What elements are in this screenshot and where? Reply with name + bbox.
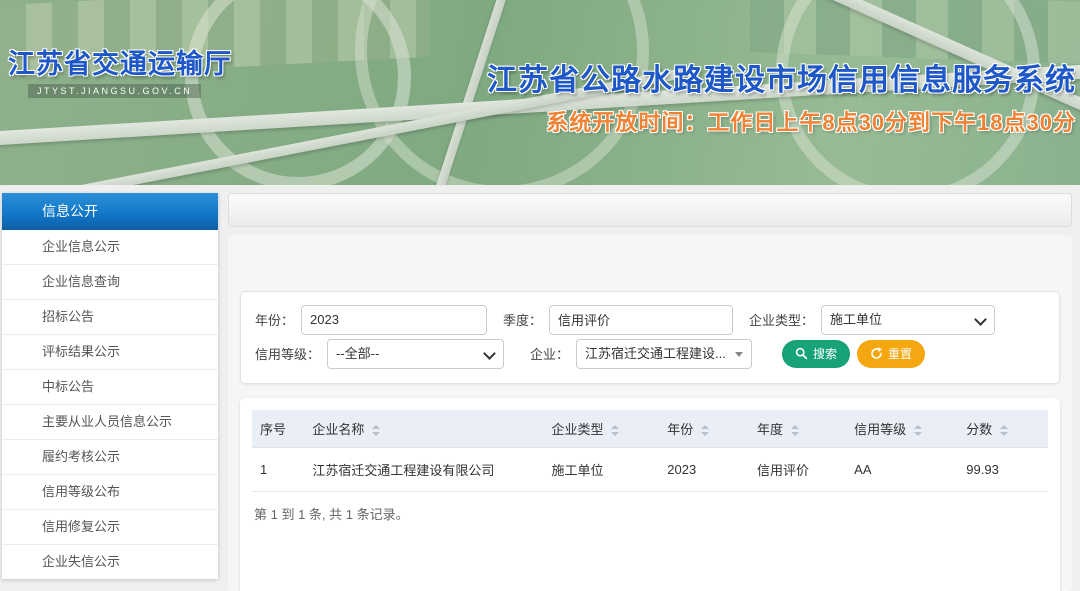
sidebar-item[interactable]: 信用等级公布 bbox=[2, 475, 218, 510]
column-header[interactable]: 分数 bbox=[958, 410, 1048, 448]
column-label: 序号 bbox=[260, 422, 286, 437]
credit-level-select[interactable]: --全部-- bbox=[327, 339, 504, 369]
table-cell: 2023 bbox=[659, 448, 749, 492]
column-label: 分数 bbox=[966, 422, 992, 437]
column-header: 序号 bbox=[252, 410, 304, 448]
refresh-icon bbox=[870, 347, 883, 360]
column-header[interactable]: 年份 bbox=[659, 410, 749, 448]
search-icon bbox=[795, 347, 808, 360]
page: 江苏省交通运输厅 JTYST.JIANGSU.GOV.CN 江苏省公路水路建设市… bbox=[0, 0, 1080, 591]
year-label: 年份： bbox=[255, 310, 294, 329]
table-body: 1江苏宿迁交通工程建设有限公司施工单位2023信用评价AA99.93 bbox=[252, 448, 1048, 492]
sidebar-item[interactable]: 企业信息查询 bbox=[2, 265, 218, 300]
sort-icon[interactable] bbox=[611, 425, 619, 436]
company-combobox-wrap: 江苏宿迁交通工程建设... bbox=[576, 339, 752, 369]
table-cell: 江苏宿迁交通工程建设有限公司 bbox=[304, 448, 543, 492]
sort-icon[interactable] bbox=[372, 425, 380, 436]
reset-button-label: 重置 bbox=[888, 345, 912, 362]
column-header[interactable]: 企业类型 bbox=[543, 410, 659, 448]
results-table-card: 序号 企业名称 企业类型 年份 年度 信用等级 分数 1江苏宿迁交通工程建设有限公司施工单位… bbox=[240, 398, 1060, 591]
company-field-group: 企业： 江苏宿迁交通工程建设... bbox=[530, 339, 752, 369]
company-type-label: 企业类型： bbox=[749, 310, 814, 329]
credit-level-select-wrap: --全部-- bbox=[327, 339, 504, 369]
quarter-input[interactable] bbox=[549, 305, 733, 335]
search-button[interactable]: 搜索 bbox=[782, 340, 850, 368]
reset-button[interactable]: 重置 bbox=[857, 340, 925, 368]
quarter-label: 季度： bbox=[503, 310, 542, 329]
company-type-select[interactable]: 施工单位 bbox=[821, 305, 995, 335]
column-label: 年度 bbox=[757, 422, 783, 437]
site-url: JTYST.JIANGSU.GOV.CN bbox=[28, 84, 201, 98]
year-input[interactable] bbox=[301, 305, 487, 335]
sidebar-item[interactable]: 履约考核公示 bbox=[2, 440, 218, 475]
sidebar-header-info-disclosure[interactable]: 信息公开 bbox=[2, 193, 218, 230]
credit-level-field-group: 信用等级： --全部-- bbox=[255, 339, 504, 369]
results-table: 序号 企业名称 企业类型 年份 年度 信用等级 分数 1江苏宿迁交通工程建设有限公司施工单位… bbox=[252, 410, 1048, 492]
sidebar: 信息公开 企业信息公示企业信息查询招标公告评标结果公示中标公告主要从业人员信息公… bbox=[2, 193, 218, 579]
sort-icon[interactable] bbox=[914, 425, 922, 436]
search-form-card: 年份： 季度： 企业类型： 施工单位 bbox=[240, 291, 1060, 384]
sidebar-item[interactable]: 中标公告 bbox=[2, 370, 218, 405]
column-header[interactable]: 企业名称 bbox=[304, 410, 543, 448]
sidebar-item[interactable]: 评标结果公示 bbox=[2, 335, 218, 370]
year-field-group: 年份： bbox=[255, 305, 487, 335]
main-content: 年份： 季度： 企业类型： 施工单位 bbox=[228, 193, 1072, 591]
sort-icon[interactable] bbox=[1000, 425, 1008, 436]
company-type-field-group: 企业类型： 施工单位 bbox=[749, 305, 995, 335]
column-label: 企业名称 bbox=[312, 422, 364, 437]
header-banner: 江苏省交通运输厅 JTYST.JIANGSU.GOV.CN 江苏省公路水路建设市… bbox=[0, 0, 1080, 185]
site-logo-title: 江苏省交通运输厅 bbox=[8, 42, 232, 81]
system-title: 江苏省公路水路建设市场信用信息服务系统 bbox=[487, 55, 1076, 99]
column-label: 信用等级 bbox=[854, 422, 906, 437]
credit-level-label: 信用等级： bbox=[255, 344, 320, 363]
table-header-row: 序号 企业名称 企业类型 年份 年度 信用等级 分数 bbox=[252, 410, 1048, 448]
company-type-select-wrap: 施工单位 bbox=[821, 305, 995, 335]
company-combobox[interactable]: 江苏宿迁交通工程建设... bbox=[576, 339, 752, 369]
column-label: 年份 bbox=[667, 422, 693, 437]
sort-icon[interactable] bbox=[701, 425, 709, 436]
sidebar-item[interactable]: 企业失信公示 bbox=[2, 545, 218, 579]
search-form-row-1: 年份： 季度： 企业类型： 施工单位 bbox=[255, 304, 1045, 335]
table-cell: AA bbox=[846, 448, 958, 492]
search-button-label: 搜索 bbox=[813, 345, 837, 362]
breadcrumb-bar bbox=[228, 193, 1072, 227]
content-container: 年份： 季度： 企业类型： 施工单位 bbox=[228, 235, 1072, 591]
table-cell: 99.93 bbox=[958, 448, 1048, 492]
column-header[interactable]: 年度 bbox=[749, 410, 846, 448]
column-header[interactable]: 信用等级 bbox=[846, 410, 958, 448]
sort-icon[interactable] bbox=[791, 425, 799, 436]
table-cell: 1 bbox=[252, 448, 304, 492]
sidebar-item[interactable]: 信用修复公示 bbox=[2, 510, 218, 545]
sidebar-item[interactable]: 主要从业人员信息公示 bbox=[2, 405, 218, 440]
quarter-field-group: 季度： bbox=[503, 305, 733, 335]
table-cell: 信用评价 bbox=[749, 448, 846, 492]
table-row: 1江苏宿迁交通工程建设有限公司施工单位2023信用评价AA99.93 bbox=[252, 448, 1048, 492]
open-hours-notice: 系统开放时间：工作日上午8点30分到下午18点30分 bbox=[546, 105, 1076, 137]
column-label: 企业类型 bbox=[551, 422, 603, 437]
page-body: 信息公开 企业信息公示企业信息查询招标公告评标结果公示中标公告主要从业人员信息公… bbox=[0, 185, 1080, 591]
record-count-summary: 第 1 到 1 条, 共 1 条记录。 bbox=[252, 492, 1048, 535]
sidebar-item[interactable]: 企业信息公示 bbox=[2, 230, 218, 265]
table-cell: 施工单位 bbox=[543, 448, 659, 492]
sidebar-menu: 企业信息公示企业信息查询招标公告评标结果公示中标公告主要从业人员信息公示履约考核… bbox=[2, 230, 218, 579]
company-label: 企业： bbox=[530, 344, 569, 363]
search-form-row-2: 信用等级： --全部-- 企业： bbox=[255, 338, 1045, 369]
sidebar-item[interactable]: 招标公告 bbox=[2, 300, 218, 335]
